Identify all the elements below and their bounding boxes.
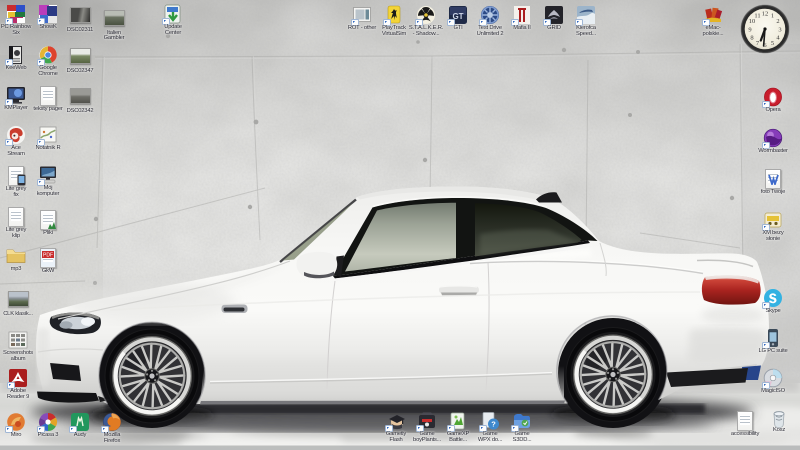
svg-text:3: 3 — [778, 26, 781, 33]
svg-text:12: 12 — [762, 10, 769, 17]
svg-text:PDF: PDF — [43, 253, 53, 259]
svg-text:8: 8 — [750, 34, 753, 41]
svg-text:2: 2 — [776, 18, 779, 25]
svg-text:11: 11 — [754, 12, 760, 19]
svg-text:1: 1 — [771, 12, 774, 19]
svg-text:9: 9 — [748, 26, 751, 33]
svg-text:5: 5 — [771, 40, 774, 47]
svg-text:?: ? — [491, 420, 496, 429]
